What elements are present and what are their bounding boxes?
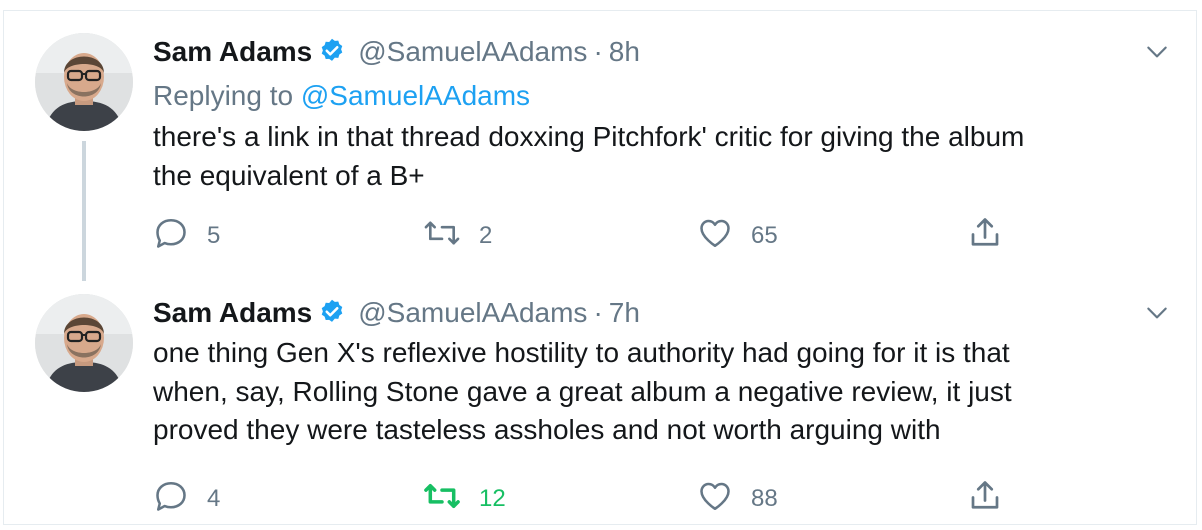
- reply-count: 4: [207, 485, 221, 512]
- chevron-down-icon[interactable]: [1144, 300, 1170, 326]
- tweet-text: one thing Gen X's reflexive hostility to…: [153, 334, 1153, 450]
- tweet-text-line: one thing Gen X's reflexive hostility to…: [153, 337, 1010, 368]
- like-count: 88: [751, 485, 778, 512]
- replying-to: Replying to @SamuelAAdams: [153, 79, 530, 113]
- reply-bubble-icon: [153, 478, 189, 521]
- reply-count: 5: [207, 222, 221, 249]
- reply-bubble-icon: [153, 215, 189, 258]
- replying-to-mention[interactable]: @SamuelAAdams: [301, 80, 530, 111]
- author-handle[interactable]: @SamuelAAdams: [358, 297, 587, 328]
- timestamp[interactable]: 8h: [609, 36, 640, 67]
- tweet-header: Sam Adams @SamuelAAdams · 8h: [153, 35, 640, 73]
- separator-dot: ·: [593, 297, 603, 328]
- thread-connector-line: [82, 141, 86, 281]
- share-icon: [967, 478, 1003, 521]
- verified-badge-icon: [318, 37, 346, 73]
- tweet-text-line: the equivalent of a B+: [153, 159, 425, 191]
- tweet-text-line: proved they were tasteless assholes and …: [153, 414, 941, 445]
- like-count: 65: [751, 222, 778, 249]
- timestamp[interactable]: 7h: [609, 297, 640, 328]
- tweet-actions: 4 12 88: [153, 479, 1053, 519]
- separator-dot: ·: [593, 36, 603, 67]
- retweet-icon: [423, 478, 461, 521]
- reply-button[interactable]: 5: [153, 216, 220, 256]
- tweet-text: there's a link in that thread doxxing Pi…: [153, 118, 1153, 195]
- chevron-down-icon[interactable]: [1144, 39, 1170, 65]
- author-name[interactable]: Sam Adams: [153, 297, 312, 328]
- tweet[interactable]: Sam Adams @SamuelAAdams · 8h Replying to @S…: [4, 11, 1198, 283]
- tweet-header: Sam Adams @SamuelAAdams · 7h: [153, 296, 640, 334]
- author-name[interactable]: Sam Adams: [153, 36, 312, 67]
- heart-icon: [697, 478, 733, 521]
- share-button[interactable]: [967, 216, 1003, 256]
- tweet-text-line: when, say, Rolling Stone gave a great al…: [153, 375, 1012, 407]
- reply-button[interactable]: 4: [153, 479, 220, 519]
- retweet-button[interactable]: 2: [423, 216, 492, 256]
- like-button[interactable]: 88: [697, 479, 778, 519]
- author-handle[interactable]: @SamuelAAdams: [358, 36, 587, 67]
- share-button[interactable]: [967, 479, 1003, 519]
- like-button[interactable]: 65: [697, 216, 778, 256]
- tweet-thread: Sam Adams @SamuelAAdams · 8h Replying to @S…: [3, 10, 1197, 525]
- avatar[interactable]: [35, 33, 133, 131]
- retweet-icon: [423, 215, 461, 258]
- retweet-button[interactable]: 12: [423, 479, 506, 519]
- retweet-count: 2: [479, 222, 493, 249]
- heart-icon: [697, 215, 733, 258]
- verified-badge-icon: [318, 298, 346, 334]
- avatar[interactable]: [35, 294, 133, 392]
- share-icon: [967, 215, 1003, 258]
- retweet-count: 12: [479, 485, 506, 512]
- tweet[interactable]: Sam Adams @SamuelAAdams · 7h one thing Gen …: [4, 283, 1198, 526]
- tweet-actions: 5 2 65: [153, 216, 1053, 256]
- tweet-text-line: there's a link in that thread doxxing Pi…: [153, 121, 1025, 152]
- replying-to-label: Replying to: [153, 80, 294, 111]
